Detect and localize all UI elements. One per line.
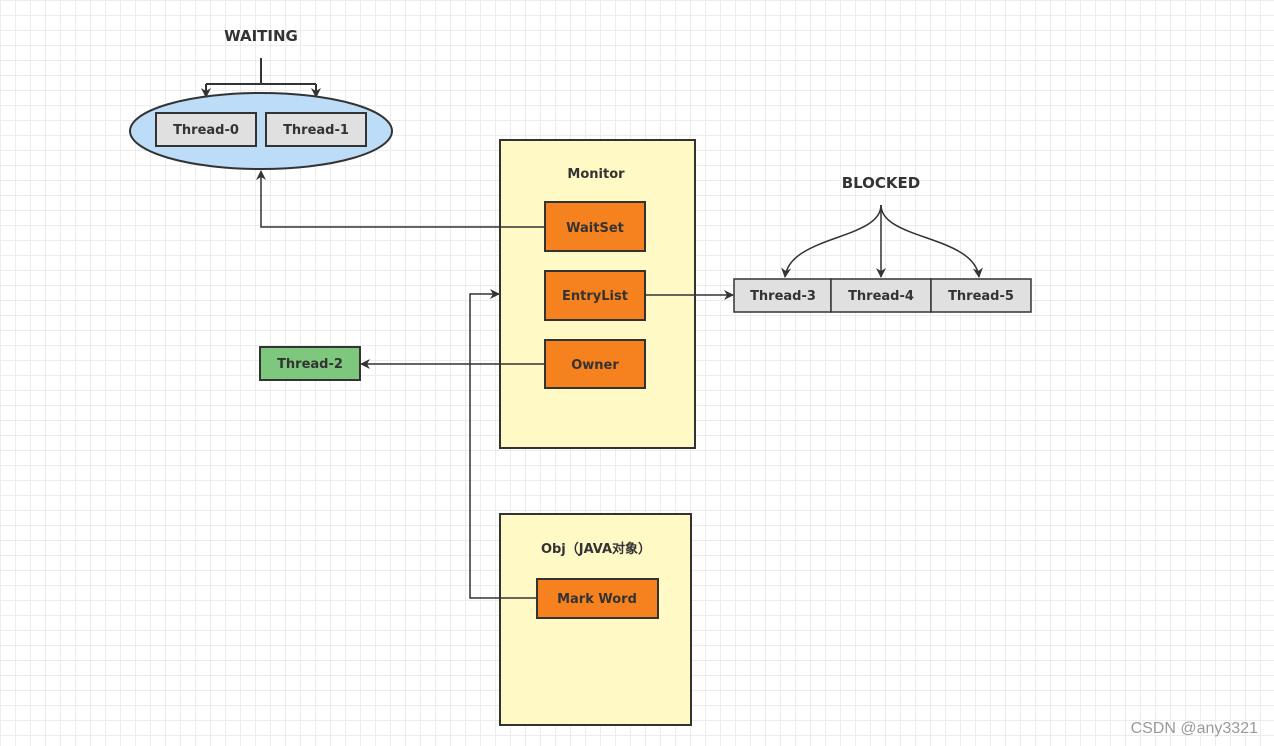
obj-label: Obj（JAVA对象） — [541, 541, 651, 557]
watermark: CSDN @any3321 — [1130, 720, 1258, 737]
mark-word-label: Mark Word — [557, 592, 637, 607]
waitset-label: WaitSet — [566, 221, 624, 236]
thread-0-label: Thread-0 — [173, 123, 239, 138]
entrylist-label: EntryList — [562, 289, 628, 304]
thread-1-label: Thread-1 — [283, 123, 349, 138]
monitor-label: Monitor — [567, 167, 625, 182]
blocked-to-thread-3 — [781, 204, 882, 278]
blocked-label: BLOCKED — [842, 174, 921, 192]
waiting-label: WAITING — [224, 27, 298, 45]
thread-3-label: Thread-3 — [750, 289, 816, 304]
thread-2-label: Thread-2 — [277, 357, 343, 372]
blocked-to-thread-5 — [880, 204, 983, 278]
waiting-connector — [206, 58, 316, 85]
owner-label: Owner — [571, 358, 619, 373]
diagram: WAITING Thread-0 Thread-1 Monitor WaitSe… — [129, 27, 1032, 726]
thread-5-label: Thread-5 — [948, 289, 1014, 304]
thread-4-label: Thread-4 — [848, 289, 914, 304]
